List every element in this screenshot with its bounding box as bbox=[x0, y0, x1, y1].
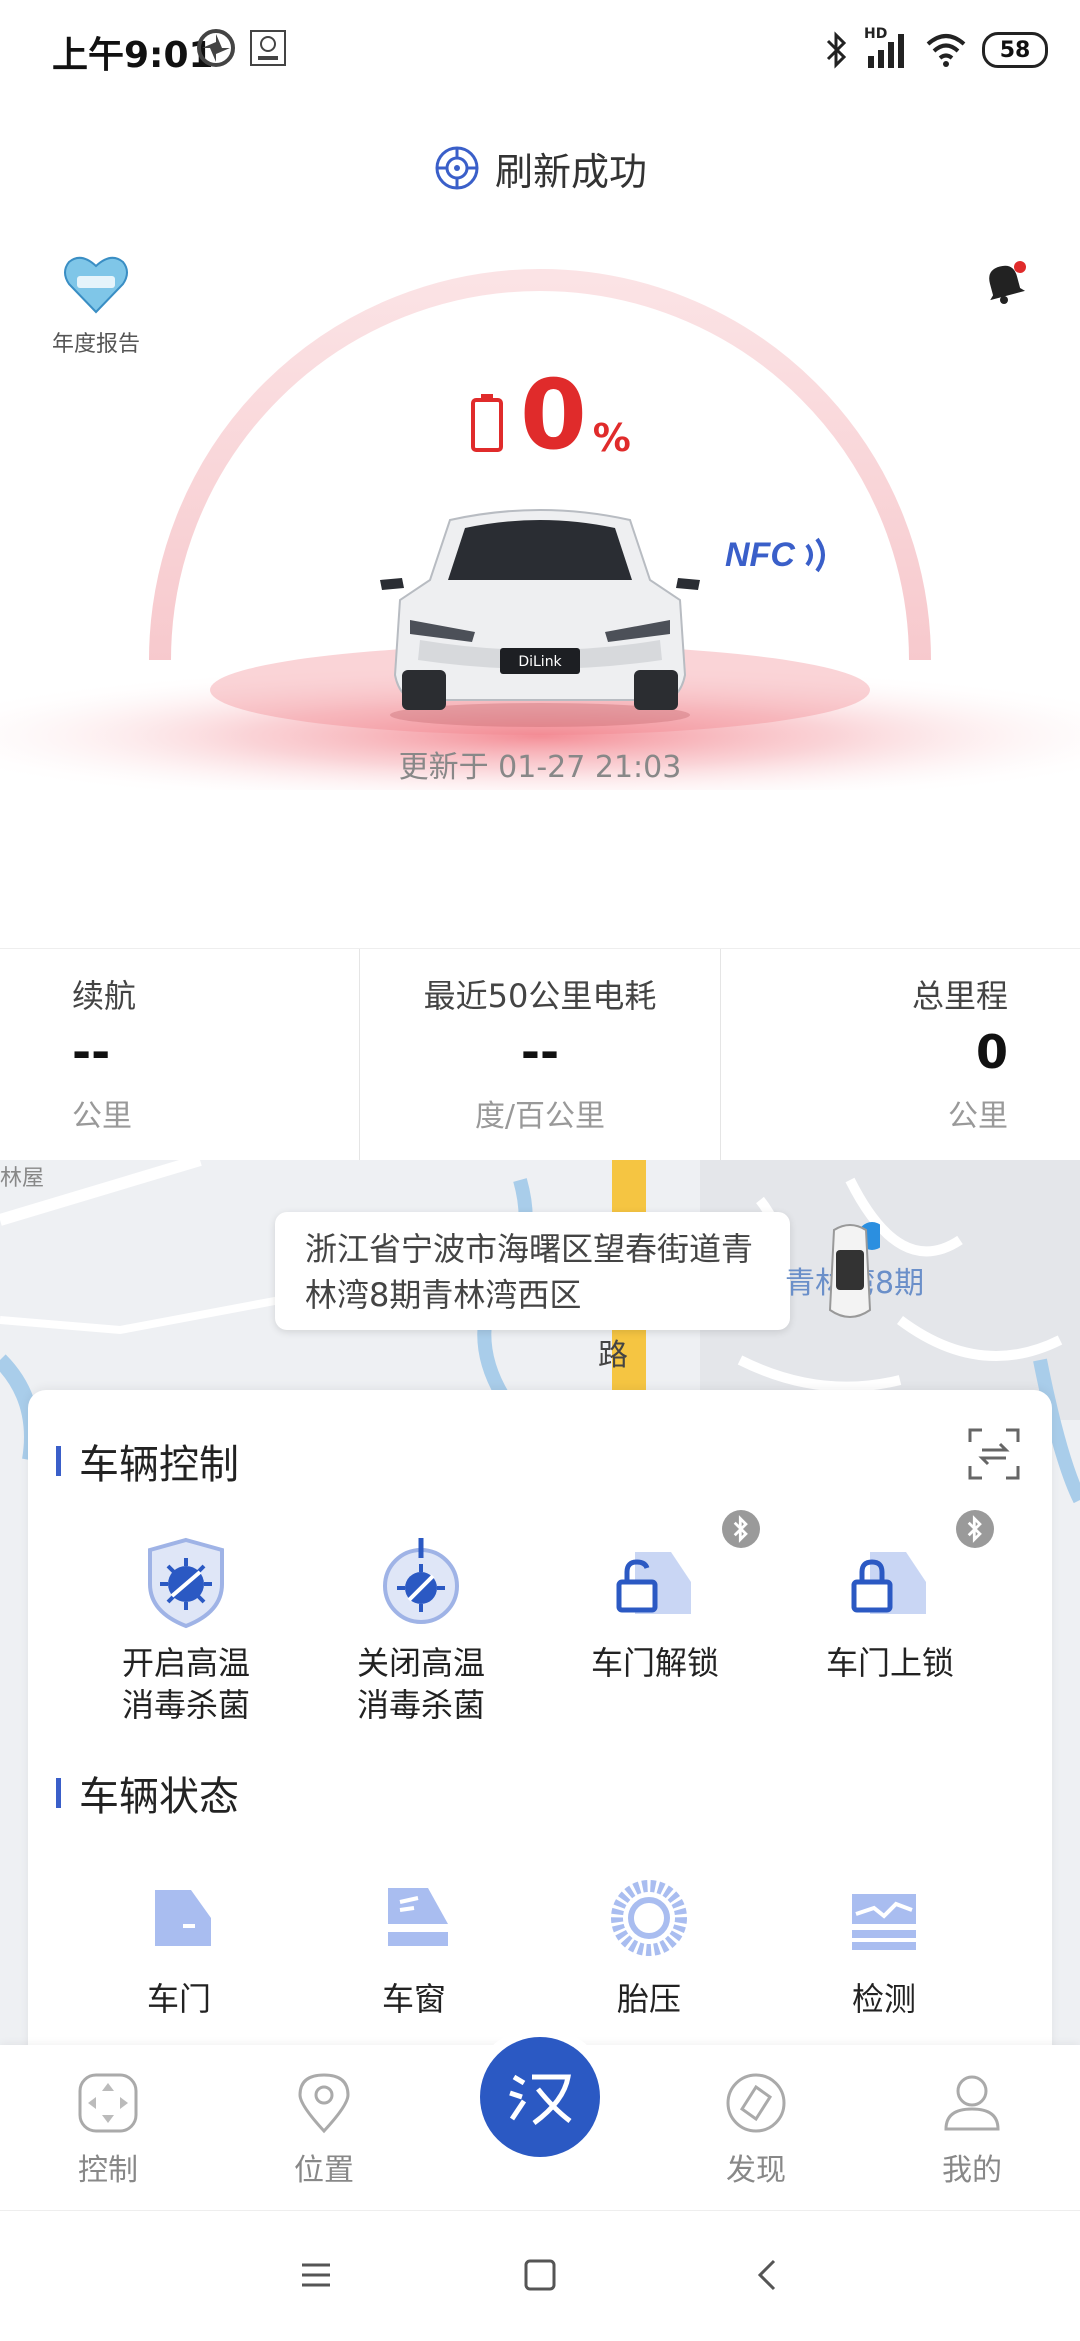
bluetooth-icon bbox=[826, 31, 847, 69]
location-icon bbox=[298, 2073, 350, 2134]
tile-label: 车门解锁 bbox=[590, 1644, 719, 1682]
virus-power-icon bbox=[383, 1538, 459, 1624]
scan-icon[interactable] bbox=[966, 1426, 1022, 1482]
stat-value: -- bbox=[520, 1025, 560, 1079]
tile-label: 车窗 bbox=[381, 1980, 446, 2018]
status-tire-pressure-button[interactable]: 胎压 bbox=[544, 1868, 754, 2020]
nav-location[interactable]: 位置 bbox=[254, 2069, 394, 2189]
car-image: DiLink bbox=[380, 509, 700, 727]
han-logo-icon bbox=[509, 2074, 572, 2126]
control-icon bbox=[78, 2073, 138, 2133]
tile-label: 关闭高温 消毒杀菌 bbox=[356, 1644, 485, 1724]
stat-unit: 公里 bbox=[72, 1099, 132, 1134]
menu-icon[interactable] bbox=[296, 2255, 336, 2295]
refresh-banner: 刷新成功 bbox=[0, 138, 1080, 198]
nav-han-home[interactable] bbox=[480, 2037, 600, 2157]
battery-readout: 0 % bbox=[470, 359, 631, 471]
map-address-card[interactable]: 浙江省宁波市海曙区望春街道青林湾8期青林湾西区 bbox=[275, 1212, 790, 1330]
tile-label: 开启高温 消毒杀菌 bbox=[121, 1644, 250, 1724]
door-lock-button[interactable]: 车门上锁 bbox=[785, 1532, 995, 1684]
vehicle-control-title: 车辆控制 bbox=[56, 1432, 239, 1490]
nfc-button[interactable]: NFC bbox=[725, 535, 831, 575]
nfc-label: NFC bbox=[725, 535, 795, 574]
tile-label: 车门 bbox=[146, 1980, 211, 2018]
annual-report-label: 年度报告 bbox=[51, 332, 140, 357]
status-right: HD 58 bbox=[824, 26, 1048, 72]
tire-icon bbox=[611, 1880, 687, 1956]
vehicle-control-heading: 车辆控制 bbox=[79, 1442, 239, 1488]
shield-virus-icon bbox=[148, 1537, 224, 1629]
vehicle-status-heading: 车辆状态 bbox=[79, 1774, 239, 1820]
nav-profile[interactable]: 我的 bbox=[902, 2069, 1042, 2189]
section-marker bbox=[56, 1778, 61, 1808]
car-location-marker-icon[interactable] bbox=[820, 1220, 880, 1325]
refresh-icon bbox=[435, 146, 479, 190]
stat-unit: 度/百公里 bbox=[474, 1099, 606, 1134]
profile-icon bbox=[944, 2075, 1000, 2131]
nav-discover[interactable]: 发现 bbox=[686, 2069, 826, 2189]
refresh-status-text: 刷新成功 bbox=[494, 149, 647, 194]
nfc-wave-icon bbox=[805, 537, 825, 573]
app-notification-icon bbox=[197, 29, 235, 67]
bluetooth-badge-icon bbox=[722, 1510, 760, 1548]
nav-label: 控制 bbox=[78, 2153, 138, 2188]
bluetooth-badge-icon bbox=[956, 1510, 994, 1548]
back-icon[interactable] bbox=[748, 2255, 788, 2295]
heart-report-icon bbox=[64, 256, 128, 314]
status-time: 上午9:01 bbox=[52, 35, 214, 76]
tile-label: 车门上锁 bbox=[825, 1644, 954, 1682]
stat-value: -- bbox=[72, 1025, 111, 1079]
stat-label: 续航 bbox=[72, 977, 137, 1015]
nav-label: 我的 bbox=[942, 2153, 1002, 2188]
door-unlock-button[interactable]: 车门解锁 bbox=[550, 1532, 760, 1684]
annual-report-button[interactable]: 年度报告 bbox=[46, 250, 146, 358]
door-unlock-icon bbox=[616, 1552, 691, 1614]
nav-label: 发现 bbox=[726, 2153, 786, 2188]
vehicle-control-card: 车辆控制 开启高温 消毒杀菌 关闭高温 消毒杀菌 车门解锁 车门上锁 车辆状态 … bbox=[28, 1390, 1052, 2070]
door-lock-icon bbox=[851, 1552, 926, 1614]
tile-label: 检测 bbox=[851, 1980, 916, 2018]
battery-level: 58 bbox=[999, 37, 1031, 63]
vehicle-status-title: 车辆状态 bbox=[56, 1764, 239, 1822]
stats-panel: 续航 -- 公里 最近50公里电耗 -- 度/百公里 总里程 0 公里 bbox=[0, 948, 1080, 1161]
disable-sterilize-button[interactable]: 关闭高温 消毒杀菌 bbox=[316, 1532, 526, 1726]
status-bar: 上午9:01 HD 58 bbox=[0, 0, 1080, 100]
stat-label: 最近50公里电耗 bbox=[423, 977, 657, 1015]
cellular-signal-icon: HD bbox=[864, 26, 910, 70]
stat-unit: 公里 bbox=[948, 1099, 1008, 1134]
stat-range: 续航 -- 公里 bbox=[0, 949, 360, 1161]
battery-icon bbox=[471, 394, 503, 452]
nav-label: 位置 bbox=[294, 2153, 354, 2188]
status-inspect-button[interactable]: 检测 bbox=[779, 1868, 989, 2020]
battery-indicator: 58 bbox=[982, 32, 1048, 68]
status-door-button[interactable]: 车门 bbox=[74, 1868, 284, 2020]
battery-percentage: 0 bbox=[520, 359, 587, 471]
map-road-label: 路 bbox=[598, 1338, 628, 1373]
stat-consumption: 最近50公里电耗 -- 度/百公里 bbox=[360, 949, 720, 1161]
stat-value: 0 bbox=[975, 1025, 1008, 1079]
bottom-nav: 控制 位置 发现 我的 bbox=[0, 2037, 1080, 2210]
enable-sterilize-button[interactable]: 开启高温 消毒杀菌 bbox=[81, 1532, 291, 1726]
wifi-icon bbox=[926, 34, 966, 67]
system-nav-bar bbox=[0, 2210, 1080, 2341]
inspect-icon bbox=[852, 1894, 916, 1950]
door-icon bbox=[155, 1890, 211, 1946]
notification-bell-icon[interactable] bbox=[980, 258, 1028, 306]
stat-total-mileage: 总里程 0 公里 bbox=[720, 949, 1080, 1161]
section-marker bbox=[56, 1446, 61, 1476]
update-time: 更新于 01-27 21:03 bbox=[398, 750, 682, 785]
car-plate-text: DiLink bbox=[518, 654, 562, 670]
battery-percentage-unit: % bbox=[592, 416, 631, 460]
nav-control[interactable]: 控制 bbox=[38, 2069, 178, 2189]
sim-notification-icon bbox=[250, 30, 286, 66]
map-label: 林屋 bbox=[0, 1166, 45, 1191]
home-icon[interactable] bbox=[520, 2255, 560, 2295]
window-icon bbox=[388, 1888, 448, 1946]
car-address: 浙江省宁波市海曙区望春街道青林湾8期青林湾西区 bbox=[305, 1230, 754, 1314]
status-window-button[interactable]: 车窗 bbox=[309, 1868, 519, 2020]
discover-icon bbox=[726, 2073, 786, 2133]
stat-label: 总里程 bbox=[911, 977, 1008, 1015]
tile-label: 胎压 bbox=[616, 1980, 681, 2018]
